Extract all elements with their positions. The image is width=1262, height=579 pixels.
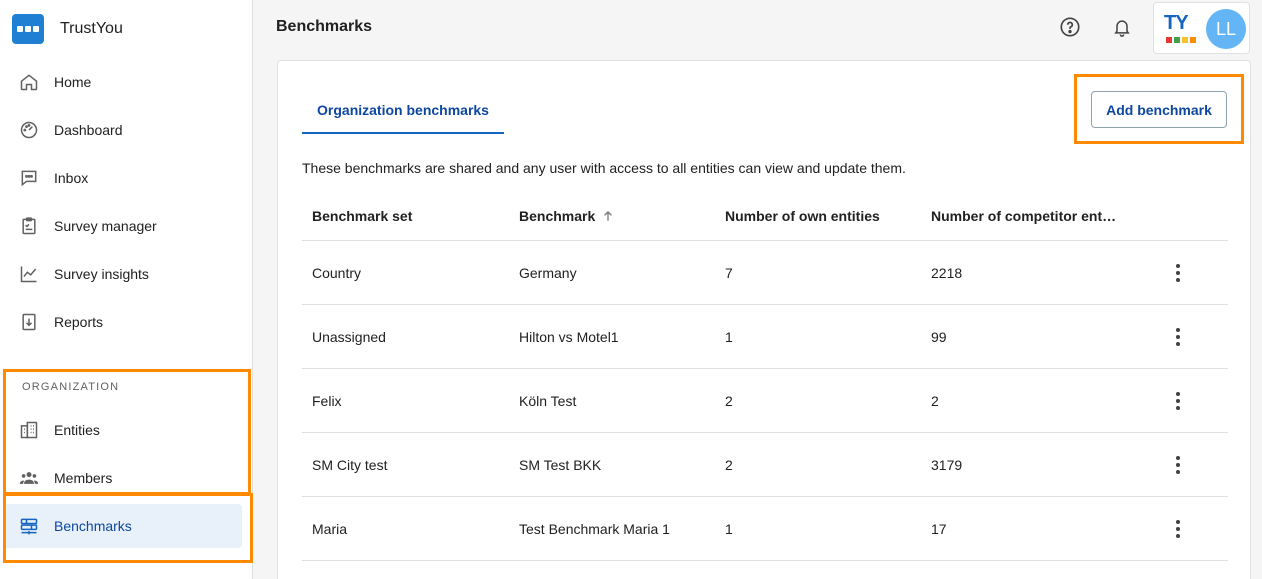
cell-benchmark-set: Maria (312, 520, 348, 537)
brand[interactable]: TrustYou (12, 14, 123, 44)
sidebar-item-survey-insights[interactable]: Survey insights (4, 252, 242, 296)
column-header-label: Benchmark (519, 207, 596, 224)
page-title: Benchmarks (276, 18, 373, 35)
avatar[interactable]: LL (1206, 9, 1246, 49)
cell-own-entities: 1 (725, 328, 733, 345)
more-options-icon[interactable] (1168, 453, 1188, 477)
sidebar-item-dashboard[interactable]: Dashboard (4, 108, 242, 152)
more-options-icon[interactable] (1168, 261, 1188, 285)
column-header-competitor-entities[interactable]: Number of competitor entit… (931, 208, 1119, 224)
tab-organization-benchmarks[interactable]: Organization benchmarks (302, 91, 504, 134)
sidebar-item-benchmarks[interactable]: Benchmarks (4, 504, 242, 548)
sidebar-item-reports[interactable]: Reports (4, 300, 242, 344)
sidebar-item-label: Inbox (54, 170, 89, 186)
table-row[interactable]: SM City test SM Test BKK 2 3179 (302, 433, 1228, 497)
cell-own-entities: 1 (725, 520, 733, 537)
sidebar-item-label: Benchmarks (54, 518, 132, 534)
benchmarks-icon (18, 515, 40, 537)
cell-competitor-entities: 99 (931, 328, 947, 345)
trustyou-logo-icon (12, 14, 44, 44)
cell-competitor-entities: 3179 (931, 456, 963, 473)
table-row[interactable]: Country Germany 7 2218 (302, 241, 1228, 305)
column-header-benchmark-set[interactable]: Benchmark set (312, 208, 502, 224)
cell-benchmark: Germany (519, 264, 577, 281)
clipboard-icon (18, 215, 40, 237)
dashboard-icon (18, 119, 40, 141)
sidebar-item-label: Survey insights (54, 266, 149, 282)
sidebar-item-survey-manager[interactable]: Survey manager (4, 204, 242, 248)
section-label-organization: ORGANIZATION (22, 381, 120, 393)
cell-benchmark-set: SM City test (312, 456, 388, 473)
benchmarks-table: Benchmark set Benchmark Number of own en… (302, 191, 1228, 561)
home-icon (18, 71, 40, 93)
sort-ascending-icon[interactable] (601, 209, 615, 223)
cell-own-entities: 2 (725, 456, 733, 473)
members-icon (18, 467, 40, 489)
sidebar-item-label: Entities (54, 422, 100, 438)
add-benchmark-button[interactable]: Add benchmark (1091, 91, 1227, 128)
cell-benchmark-set: Country (312, 264, 362, 281)
brand-name: TrustYou (60, 20, 123, 37)
cell-benchmark: SM Test BKK (519, 456, 602, 473)
sidebar-item-label: Survey manager (54, 218, 157, 234)
report-download-icon (18, 311, 40, 333)
cell-own-entities: 7 (725, 264, 733, 281)
chart-line-icon (18, 263, 40, 285)
entities-icon (18, 419, 40, 441)
table-row[interactable]: Felix Köln Test 2 2 (302, 369, 1228, 433)
sidebar-item-inbox[interactable]: Inbox (4, 156, 242, 200)
more-options-icon[interactable] (1168, 325, 1188, 349)
cell-benchmark: Test Benchmark Maria 1 (519, 520, 670, 537)
more-options-icon[interactable] (1168, 389, 1188, 413)
cell-benchmark-set: Unassigned (312, 328, 386, 345)
trustyou-ty-logo: TY (1164, 13, 1198, 47)
inbox-icon (18, 167, 40, 189)
sidebar-item-members[interactable]: Members (4, 456, 242, 500)
sidebar-item-label: Members (54, 470, 113, 486)
more-options-icon[interactable] (1168, 517, 1188, 541)
cell-competitor-entities: 17 (931, 520, 947, 537)
sidebar-item-label: Dashboard (54, 122, 123, 138)
sidebar-item-label: Home (54, 74, 92, 90)
table-row[interactable]: Maria Test Benchmark Maria 1 1 17 (302, 497, 1228, 561)
benchmarks-card: Organization benchmarks Add benchmark Th… (277, 60, 1251, 579)
benchmarks-description: These benchmarks are shared and any user… (302, 160, 906, 176)
cell-competitor-entities: 2218 (931, 264, 963, 281)
sidebar: TrustYou Home Dashboard Inbox Survey man… (0, 0, 253, 579)
column-header-benchmark[interactable]: Benchmark (519, 208, 709, 224)
sidebar-item-home[interactable]: Home (4, 60, 242, 104)
cell-benchmark-set: Felix (312, 392, 342, 409)
notifications-bell-icon[interactable] (1110, 15, 1134, 39)
cell-competitor-entities: 2 (931, 392, 939, 409)
sidebar-item-label: Reports (54, 314, 104, 330)
table-header: Benchmark set Benchmark Number of own en… (302, 191, 1228, 241)
help-icon[interactable] (1058, 15, 1082, 39)
column-header-own-entities[interactable]: Number of own entities (725, 208, 915, 224)
cell-own-entities: 2 (725, 392, 733, 409)
sidebar-item-entities[interactable]: Entities (4, 408, 242, 452)
cell-benchmark: Köln Test (519, 392, 577, 409)
cell-benchmark: Hilton vs Motel1 (519, 328, 619, 345)
profile-menu[interactable]: TY LL (1153, 2, 1250, 54)
table-row[interactable]: Unassigned Hilton vs Motel1 1 99 (302, 305, 1228, 369)
